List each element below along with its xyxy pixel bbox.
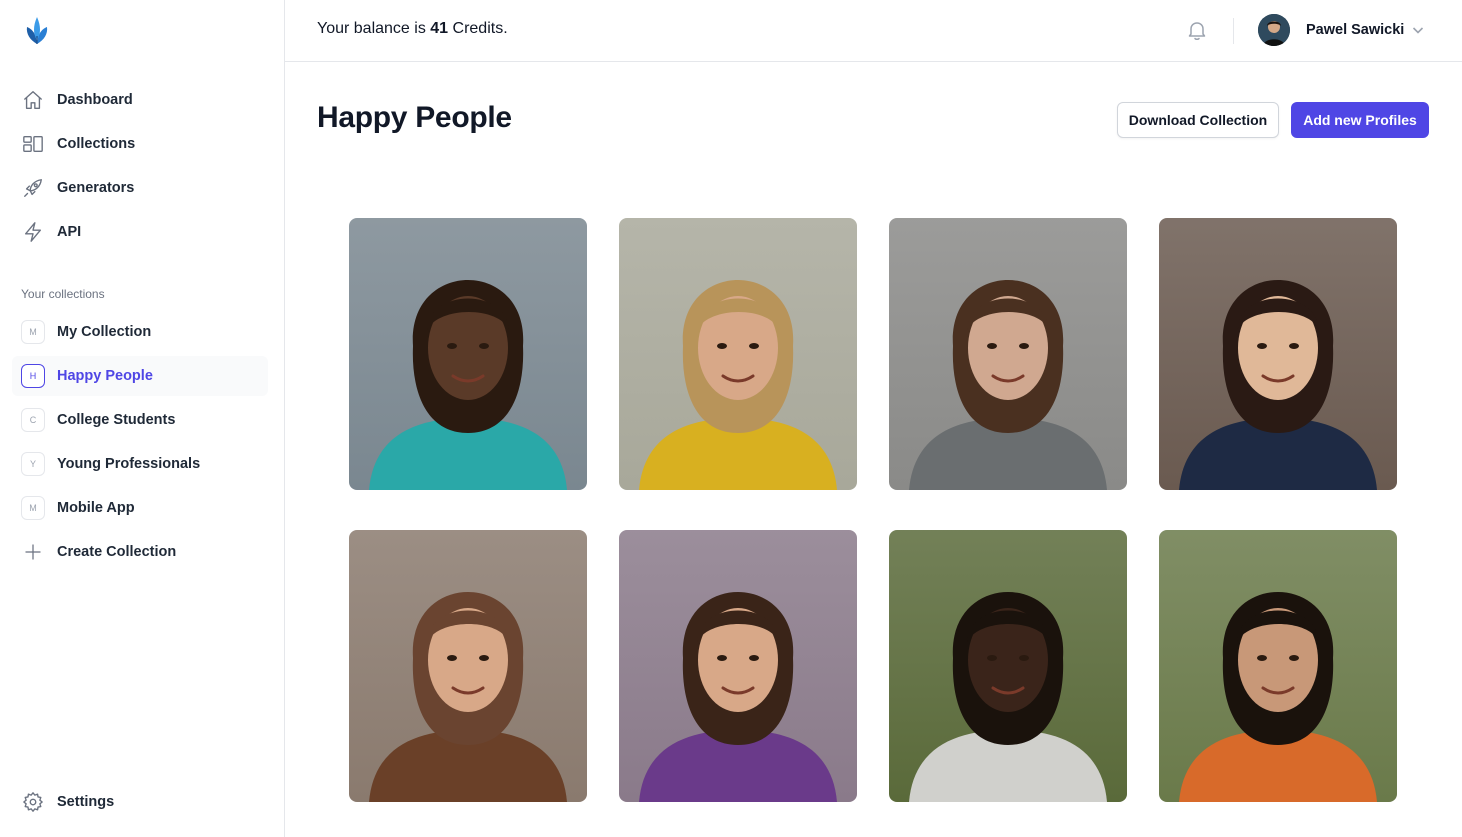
chevron-down-icon[interactable] [1410, 22, 1426, 38]
collections-section-label: Your collections [21, 287, 105, 301]
create-collection-label: Create Collection [57, 544, 177, 560]
profile-grid [349, 218, 1397, 802]
nav-label: Generators [57, 180, 135, 196]
nav-label: Collections [57, 136, 136, 152]
add-new-profiles-button[interactable]: Add new Profiles [1291, 102, 1429, 138]
profile-photo-5[interactable] [349, 530, 587, 802]
topbar-divider [1233, 18, 1234, 44]
profile-photo-1[interactable] [349, 218, 587, 490]
leaf-logo-icon[interactable] [24, 14, 50, 46]
main-nav: Dashboard Collections Generators API [12, 80, 268, 256]
profile-photo-2[interactable] [619, 218, 857, 490]
collection-label: College Students [57, 412, 176, 428]
profile-photo-6[interactable] [619, 530, 857, 802]
profile-photo-7[interactable] [889, 530, 1127, 802]
collections-icon [21, 132, 45, 156]
create-collection-button[interactable]: Create Collection [12, 532, 268, 572]
collection-label: Young Professionals [57, 456, 201, 472]
top-bar: Your balance is 41 Credits. Pawel Sawick… [285, 0, 1462, 62]
balance-suffix: Credits. [448, 20, 508, 37]
balance-amount: 41 [430, 20, 449, 37]
collection-label: Mobile App [57, 500, 135, 516]
collection-initial-badge: M [21, 496, 45, 520]
plus-icon [21, 540, 45, 564]
gear-icon [21, 790, 45, 814]
page-title: Happy People [317, 101, 512, 134]
nav-item-api[interactable]: API [12, 212, 268, 252]
collection-item-college-students[interactable]: C College Students [12, 400, 268, 440]
settings-label: Settings [57, 794, 115, 810]
nav-label: API [57, 224, 82, 240]
rocket-icon [21, 176, 45, 200]
settings-section: Settings [12, 782, 268, 826]
nav-item-dashboard[interactable]: Dashboard [12, 80, 268, 120]
home-icon [21, 88, 45, 112]
profile-photo-4[interactable] [1159, 218, 1397, 490]
collection-initial-badge: C [21, 408, 45, 432]
profile-photo-3[interactable] [889, 218, 1127, 490]
collection-item-my-collection[interactable]: M My Collection [12, 312, 268, 352]
balance-prefix: Your balance is [317, 20, 431, 37]
nav-label: Dashboard [57, 92, 133, 108]
nav-item-collections[interactable]: Collections [12, 124, 268, 164]
collection-label: My Collection [57, 324, 152, 340]
collection-initial-badge: M [21, 320, 45, 344]
collection-initial-badge: Y [21, 452, 45, 476]
bolt-icon [21, 220, 45, 244]
collections-list: M My Collection H Happy People C College… [12, 312, 268, 576]
nav-item-generators[interactable]: Generators [12, 168, 268, 208]
user-name[interactable]: Pawel Sawicki [1306, 22, 1404, 38]
credit-balance: Your balance is 41 Credits. [317, 20, 508, 38]
profile-photo-8[interactable] [1159, 530, 1397, 802]
avatar[interactable] [1258, 14, 1290, 46]
collection-item-young-professionals[interactable]: Y Young Professionals [12, 444, 268, 484]
download-collection-button[interactable]: Download Collection [1117, 102, 1279, 138]
nav-item-settings[interactable]: Settings [12, 782, 268, 822]
bell-icon[interactable] [1185, 18, 1209, 42]
collection-label: Happy People [57, 368, 153, 384]
collection-item-happy-people[interactable]: H Happy People [12, 356, 268, 396]
sidebar: Dashboard Collections Generators API You… [0, 0, 285, 837]
collection-item-mobile-app[interactable]: M Mobile App [12, 488, 268, 528]
collection-initial-badge: H [21, 364, 45, 388]
